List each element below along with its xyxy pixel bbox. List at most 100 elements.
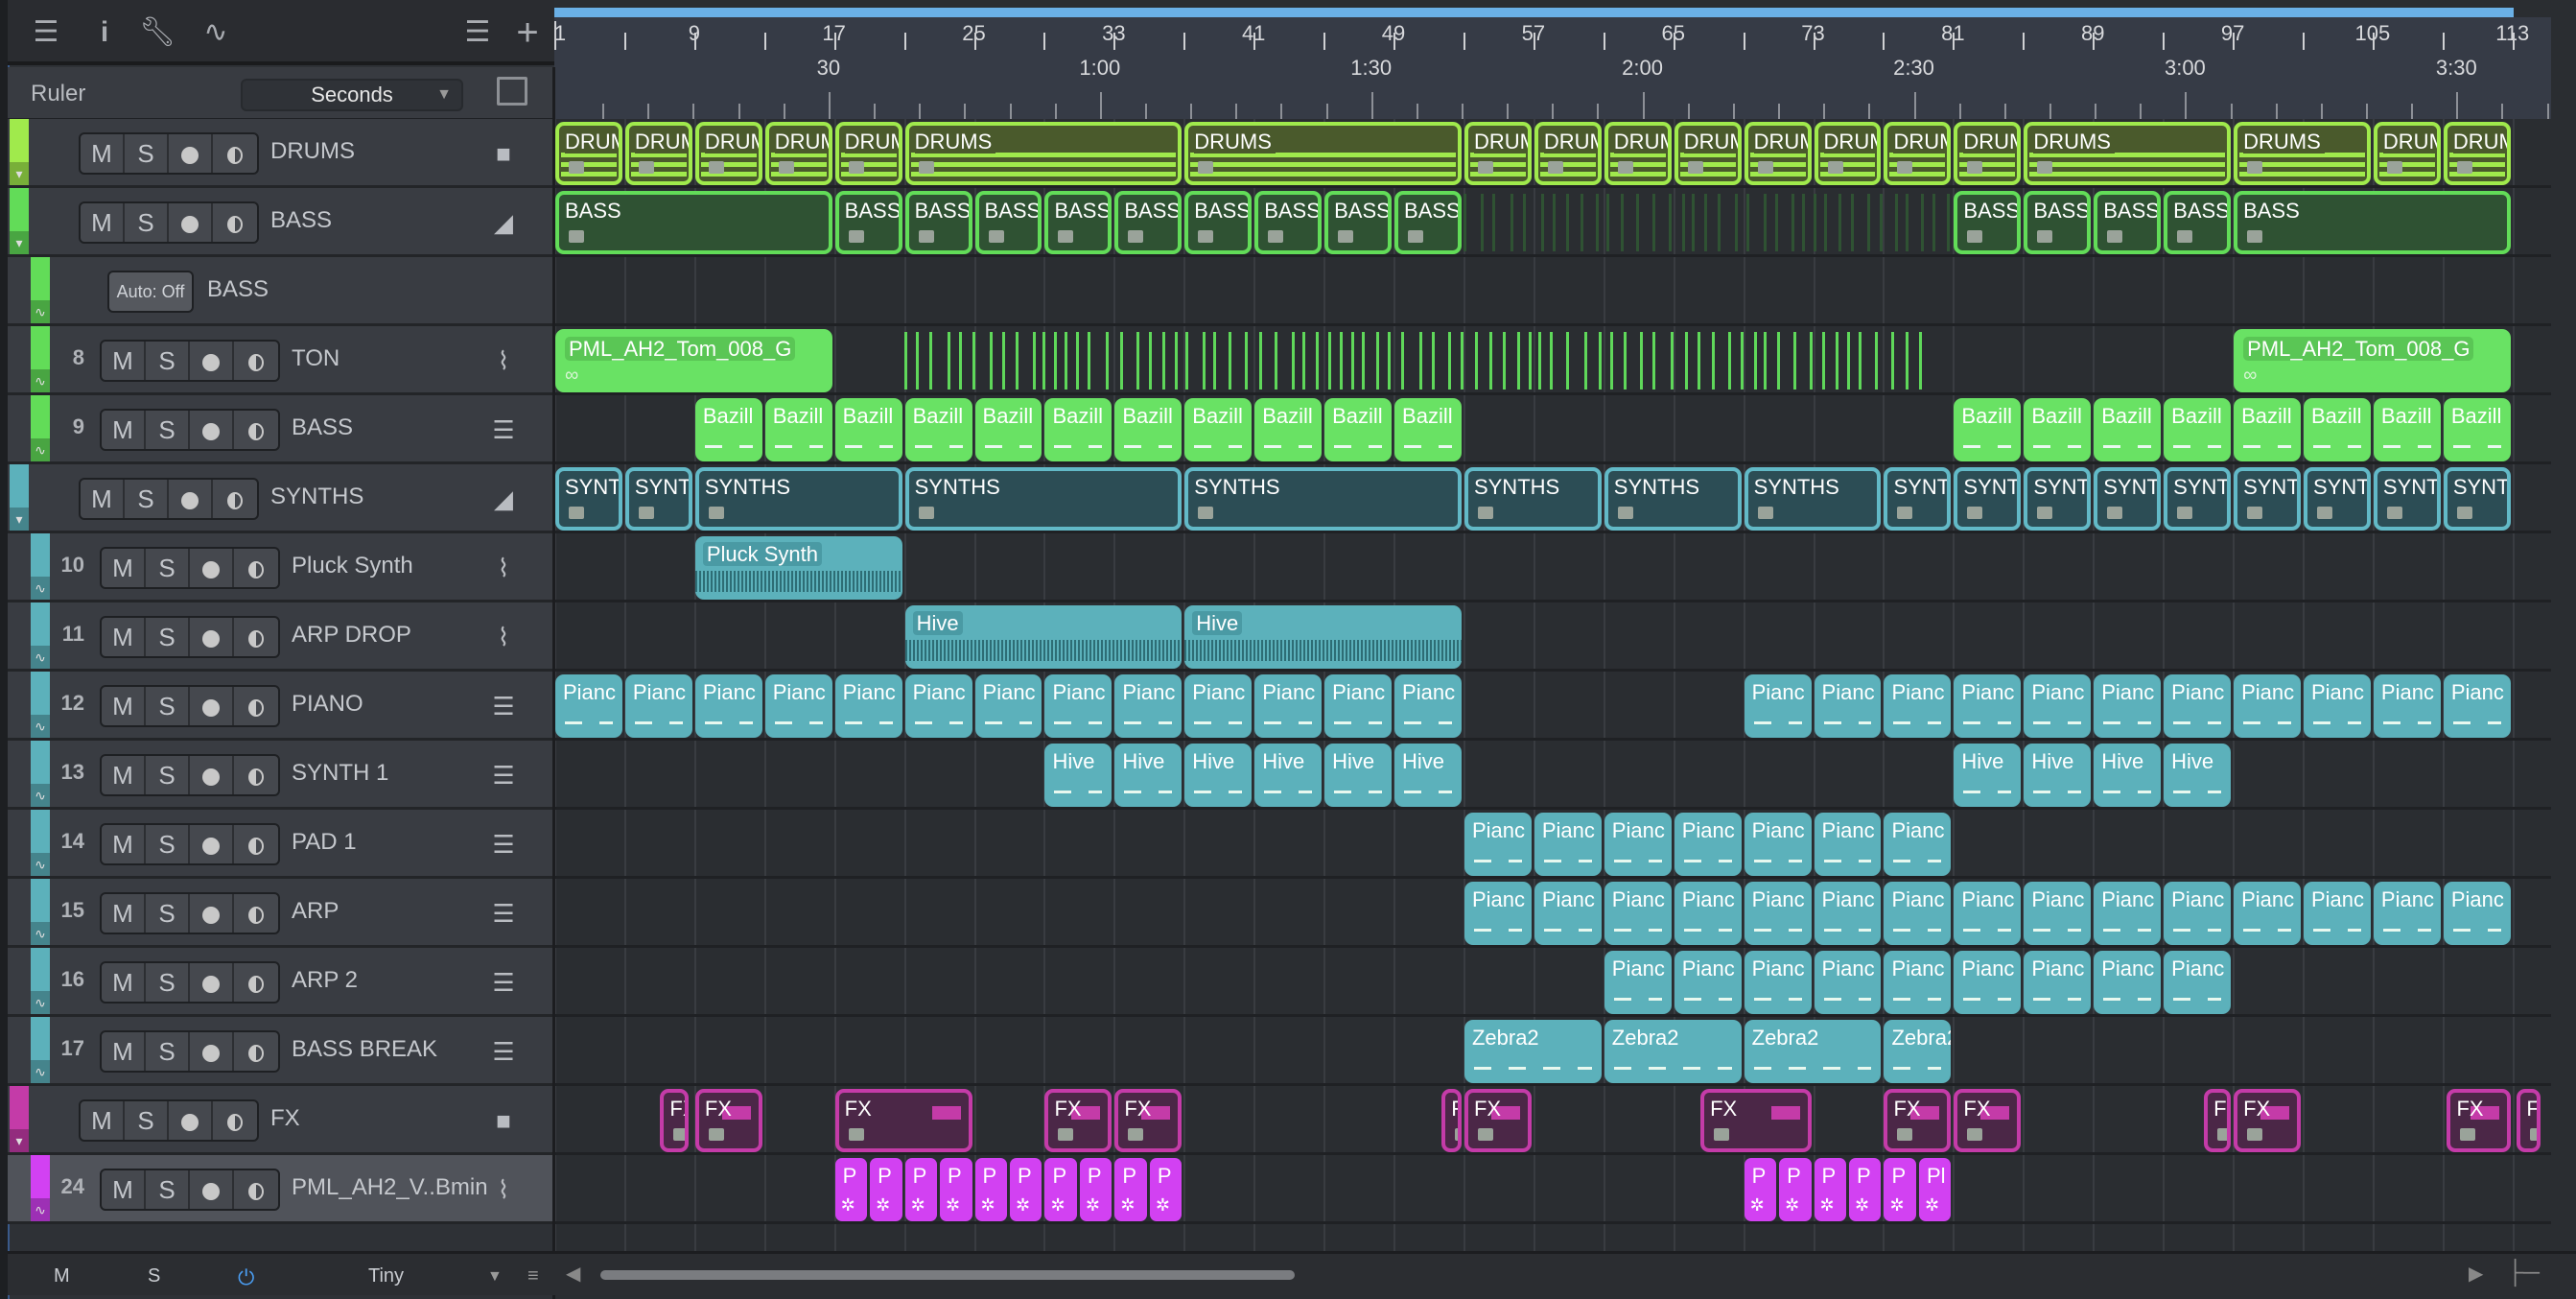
clip[interactable]: Pianc <box>1744 813 1812 876</box>
clip[interactable]: Zebra2 <box>1744 1020 1882 1083</box>
clip[interactable]: Bazill <box>834 398 902 461</box>
track-header-pluck-synth[interactable]: ∿ 10 M S Pluck Synth ⌇ <box>8 533 554 602</box>
record-arm-button[interactable] <box>169 1101 213 1140</box>
clip[interactable]: FX <box>2517 1089 2541 1152</box>
clip[interactable]: Pl ✲ <box>1918 1158 1952 1221</box>
clip[interactable]: Pianc <box>2304 882 2371 945</box>
clip[interactable]: P ✲ <box>1779 1158 1812 1221</box>
solo-button[interactable]: S <box>125 480 169 518</box>
clip[interactable]: Pianc <box>1884 674 1952 738</box>
solo-button[interactable]: S <box>146 756 190 794</box>
mute-button[interactable]: M <box>102 411 146 449</box>
monitor-button[interactable] <box>234 1032 278 1071</box>
solo-button[interactable]: S <box>146 1032 190 1071</box>
clip[interactable]: P ✲ <box>974 1158 1007 1221</box>
solo-button[interactable]: S <box>146 1170 190 1209</box>
clip[interactable]: BASS <box>1954 191 2022 254</box>
record-arm-button[interactable] <box>190 687 234 725</box>
clip[interactable]: Bazill <box>1184 398 1253 461</box>
clip[interactable]: SYNTHS <box>2443 467 2511 531</box>
ruler-format-dropdown[interactable]: Seconds ▼ <box>241 79 463 111</box>
clip[interactable]: P ✲ <box>870 1158 902 1221</box>
clip[interactable]: Pianc <box>2164 882 2232 945</box>
clip[interactable]: DRUMS <box>2443 122 2511 185</box>
clip[interactable]: Bazill <box>2304 398 2371 461</box>
solo-button[interactable]: S <box>146 549 190 587</box>
mute-button[interactable]: M <box>81 1101 125 1140</box>
clip[interactable]: Pianc <box>1044 674 1112 738</box>
solo-button[interactable]: S <box>146 687 190 725</box>
mute-button[interactable]: M <box>81 480 125 518</box>
keyboard-icon[interactable]: ☰ <box>487 416 520 443</box>
clip[interactable]: FX <box>694 1089 762 1152</box>
clip[interactable]: Pianc <box>2024 882 2092 945</box>
mute-button[interactable]: M <box>81 134 125 173</box>
clip[interactable]: Hive <box>1324 744 1393 807</box>
clip[interactable]: Bazill <box>2164 398 2232 461</box>
clip[interactable]: PML_AH2_Tom_008_G ∞ <box>555 329 832 392</box>
record-arm-button[interactable] <box>169 134 213 173</box>
track-size-value[interactable]: Tiny <box>368 1265 404 1287</box>
clip[interactable]: BASS <box>1254 191 1323 254</box>
mute-button[interactable]: M <box>102 1032 146 1071</box>
clip[interactable]: P ✲ <box>1744 1158 1777 1221</box>
clip[interactable]: SYNTHS <box>1464 467 1602 531</box>
monitor-button[interactable] <box>234 1170 278 1209</box>
monitor-button[interactable] <box>213 134 257 173</box>
clip[interactable]: Hive <box>2094 744 2162 807</box>
clip[interactable]: SYNTHS <box>2234 467 2301 531</box>
clip[interactable]: Bazill <box>974 398 1042 461</box>
keyboard-icon[interactable]: ☰ <box>487 831 520 858</box>
clip[interactable]: DRUMS <box>1954 122 2022 185</box>
track-header-fx[interactable]: ▾ M S FX ■ <box>8 1086 554 1155</box>
monitor-button[interactable] <box>213 480 257 518</box>
track-header-bass-break[interactable]: ∿ 17 M S BASS BREAK ☰ <box>8 1017 554 1086</box>
clip[interactable]: P ✲ <box>1079 1158 1112 1221</box>
record-arm-button[interactable] <box>190 618 234 656</box>
clip[interactable]: Pianc <box>2024 674 2092 738</box>
clip[interactable]: P ✲ <box>940 1158 972 1221</box>
clip[interactable]: Hive <box>2164 744 2232 807</box>
monitor-button[interactable] <box>213 1101 257 1140</box>
track-header-drums[interactable]: ▾ M S DRUMS ■ <box>8 119 554 188</box>
waveform-icon[interactable]: ⌇ <box>487 555 520 581</box>
keyboard-icon[interactable]: ☰ <box>487 693 520 720</box>
clip[interactable]: DRUMS <box>2234 122 2371 185</box>
clip[interactable]: Bazill <box>1324 398 1393 461</box>
clip[interactable]: Pianc <box>1674 951 1742 1014</box>
clip[interactable]: Pianc <box>1814 674 1882 738</box>
waveform-icon[interactable]: ⌇ <box>487 1176 520 1203</box>
clip[interactable]: Zebra2 <box>1884 1020 1952 1083</box>
mute-button[interactable]: M <box>102 1170 146 1209</box>
ruler-toggle-icon[interactable] <box>497 77 527 106</box>
monitor-button[interactable] <box>234 894 278 933</box>
automation-icon[interactable]: ∿ <box>190 17 242 48</box>
clip[interactable]: Hive <box>1184 605 1462 669</box>
waveform-icon[interactable]: ⌇ <box>487 624 520 650</box>
automation-toggle-icon[interactable]: ∿ <box>31 1060 50 1083</box>
global-solo-button[interactable]: S <box>148 1265 160 1287</box>
clip[interactable]: Pianc <box>1114 674 1183 738</box>
track-header-piano[interactable]: ∿ 12 M S PIANO ☰ <box>8 672 554 741</box>
clip[interactable]: FX <box>1954 1089 2022 1152</box>
clip[interactable]: Pianc <box>1604 813 1672 876</box>
clip[interactable]: P ✲ <box>834 1158 868 1221</box>
record-arm-button[interactable] <box>190 1032 234 1071</box>
clip[interactable]: Pianc <box>2443 674 2511 738</box>
power-icon[interactable]: ⏻ <box>238 1265 254 1290</box>
clip[interactable]: Pianc <box>1674 882 1742 945</box>
clip[interactable]: Pianc <box>1464 882 1532 945</box>
clip[interactable]: Pianc <box>2164 674 2232 738</box>
solo-button[interactable]: S <box>125 134 169 173</box>
record-arm-button[interactable] <box>190 756 234 794</box>
record-arm-button[interactable] <box>190 963 234 1002</box>
solo-button[interactable]: S <box>146 411 190 449</box>
clip[interactable]: Pianc <box>2234 882 2301 945</box>
clip[interactable]: Pianc <box>764 674 832 738</box>
keyboard-icon[interactable]: ☰ <box>487 969 520 996</box>
clip[interactable]: FX <box>834 1089 972 1152</box>
clip[interactable]: DRUMS <box>1814 122 1882 185</box>
monitor-button[interactable] <box>234 549 278 587</box>
automation-toggle-icon[interactable]: ∿ <box>31 853 50 876</box>
clip[interactable]: Pianc <box>1884 951 1952 1014</box>
